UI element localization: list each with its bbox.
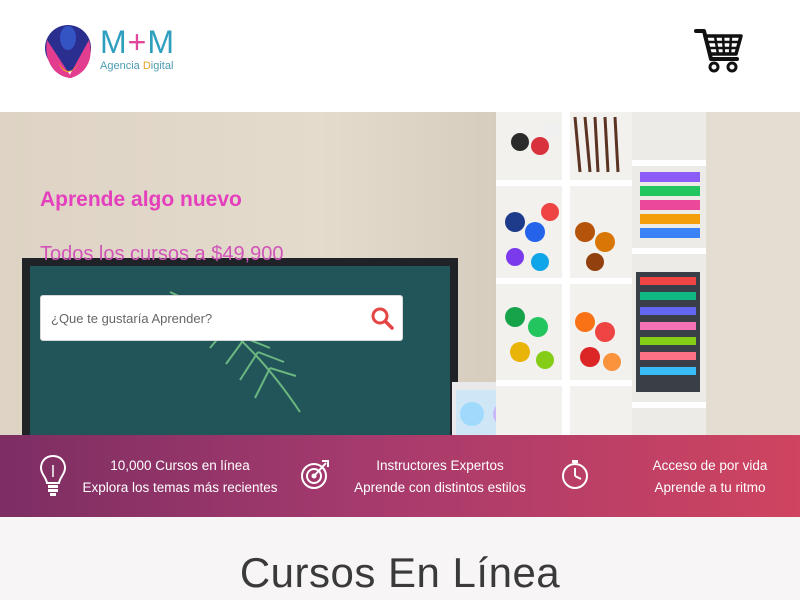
feature-line2: Explora los temas más recientes	[82, 480, 278, 495]
target-icon	[301, 460, 329, 489]
brand-name-right: M	[147, 24, 175, 60]
feature-line1: 10,000 Cursos en línea	[110, 458, 250, 473]
section-title: Cursos En Línea	[239, 549, 561, 596]
hero-subtitle: Todos los cursos a $49,900	[40, 243, 284, 265]
lightbulb-icon	[39, 454, 67, 496]
clock-icon	[562, 460, 588, 489]
search-icon[interactable]	[370, 306, 394, 330]
feature-text: Acceso de por vida Aprende a tu ritmo	[635, 455, 785, 499]
feature-text: Instructores Expertos Aprende con distin…	[350, 455, 530, 499]
hero-background-image	[22, 112, 800, 435]
feature-line1: Instructores Expertos	[376, 458, 504, 473]
brand-tagline-part2: D	[142, 60, 151, 72]
brand-name-plus: +	[127, 24, 148, 60]
search-input[interactable]	[41, 296, 357, 340]
brand-tagline-part1: Agencia	[100, 60, 143, 72]
feature-line1: Acceso de por vida	[652, 458, 768, 473]
feature-item: Acceso de por vida Aprende a tu ritmo	[540, 435, 800, 517]
brand-logo[interactable]: M+M Agencia Digital	[44, 18, 194, 82]
feature-item: 10,000 Cursos en línea Explora los temas…	[0, 435, 280, 517]
logo-mark-icon	[45, 25, 91, 78]
features-band: 10,000 Cursos en línea Explora los temas…	[0, 435, 800, 517]
feature-line2: Aprende a tu ritmo	[654, 480, 766, 495]
search-box	[40, 295, 403, 341]
site-header: M+M Agencia Digital	[0, 0, 800, 112]
shopping-cart-icon[interactable]	[694, 26, 744, 74]
brand-tagline-part3: igital	[150, 60, 174, 72]
feature-line2: Aprende con distintos estilos	[354, 480, 526, 495]
brand-name-left: M	[100, 24, 128, 60]
courses-section: Cursos En Línea	[0, 517, 800, 600]
brand-name: M+M	[100, 26, 175, 58]
hero-banner: Aprende algo nuevo Todos los cursos a $4…	[0, 112, 800, 435]
feature-item: Instructores Expertos Aprende con distin…	[280, 435, 540, 517]
brand-tagline: Agencia Digital	[100, 60, 173, 72]
hero-title: Aprende algo nuevo	[40, 188, 242, 211]
feature-text: 10,000 Cursos en línea Explora los temas…	[80, 455, 280, 499]
